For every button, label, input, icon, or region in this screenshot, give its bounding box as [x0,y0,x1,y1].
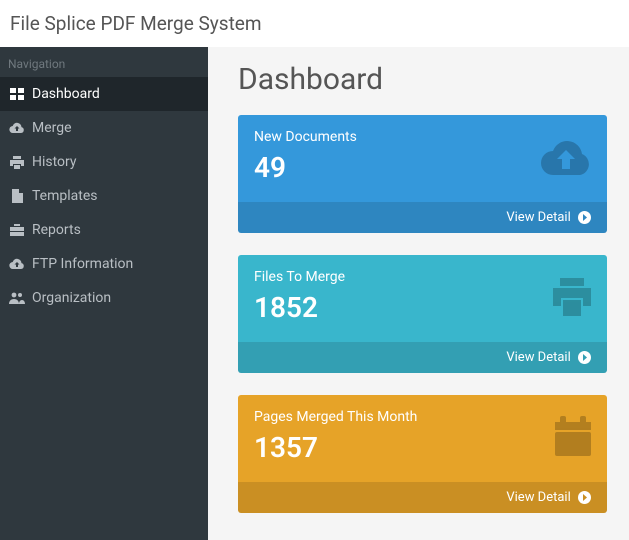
view-detail-label: View Detail [506,490,570,505]
view-detail-label: View Detail [506,350,570,365]
card-value: 1852 [254,291,591,324]
cloud-upload-icon [539,138,593,180]
sidebar-item-label: Organization [32,290,111,306]
page-title: Dashboard [238,62,607,97]
printer-icon [8,155,26,169]
sidebar-item-label: Dashboard [32,86,100,102]
view-detail-link[interactable]: View Detail [238,202,607,233]
card-body: Pages Merged This Month 1357 [238,395,607,482]
dashboard-icon [8,87,26,101]
sidebar-item-templates[interactable]: Templates [0,179,208,213]
sidebar-item-label: Merge [32,120,72,136]
card-body: Files To Merge 1852 [238,255,607,342]
cloud-upload-icon [8,121,26,135]
card-new-documents: New Documents 49 View Detail [238,115,607,233]
app-header: File Splice PDF Merge System [0,0,629,47]
cloud-upload-icon [8,257,26,271]
sidebar-heading: Navigation [0,47,208,77]
sidebar-item-label: FTP Information [32,256,133,272]
sidebar-item-ftp[interactable]: FTP Information [0,247,208,281]
sidebar-item-label: Reports [32,222,81,238]
sidebar-item-history[interactable]: History [0,145,208,179]
view-detail-link[interactable]: View Detail [238,482,607,513]
main-content: Dashboard New Documents 49 View Detail F… [208,47,629,540]
printer-icon [551,276,593,322]
arrow-right-icon [578,351,591,364]
arrow-right-icon [578,211,591,224]
sidebar-item-reports[interactable]: Reports [0,213,208,247]
document-icon [8,189,26,203]
card-value: 1357 [254,431,591,464]
sidebar-item-label: Templates [32,188,98,204]
briefcase-icon [8,223,26,237]
card-label: Files To Merge [254,269,591,285]
sidebar: Navigation Dashboard Merge History Templ… [0,47,208,540]
sidebar-item-dashboard[interactable]: Dashboard [0,77,208,111]
calendar-icon [553,416,593,462]
card-pages-merged: Pages Merged This Month 1357 View Detail [238,395,607,513]
arrow-right-icon [578,491,591,504]
view-detail-label: View Detail [506,210,570,225]
users-icon [8,291,26,305]
card-files-to-merge: Files To Merge 1852 View Detail [238,255,607,373]
app-title: File Splice PDF Merge System [10,12,262,35]
sidebar-item-merge[interactable]: Merge [0,111,208,145]
card-label: Pages Merged This Month [254,409,591,425]
sidebar-item-label: History [32,154,77,170]
card-body: New Documents 49 [238,115,607,202]
sidebar-item-organization[interactable]: Organization [0,281,208,315]
view-detail-link[interactable]: View Detail [238,342,607,373]
